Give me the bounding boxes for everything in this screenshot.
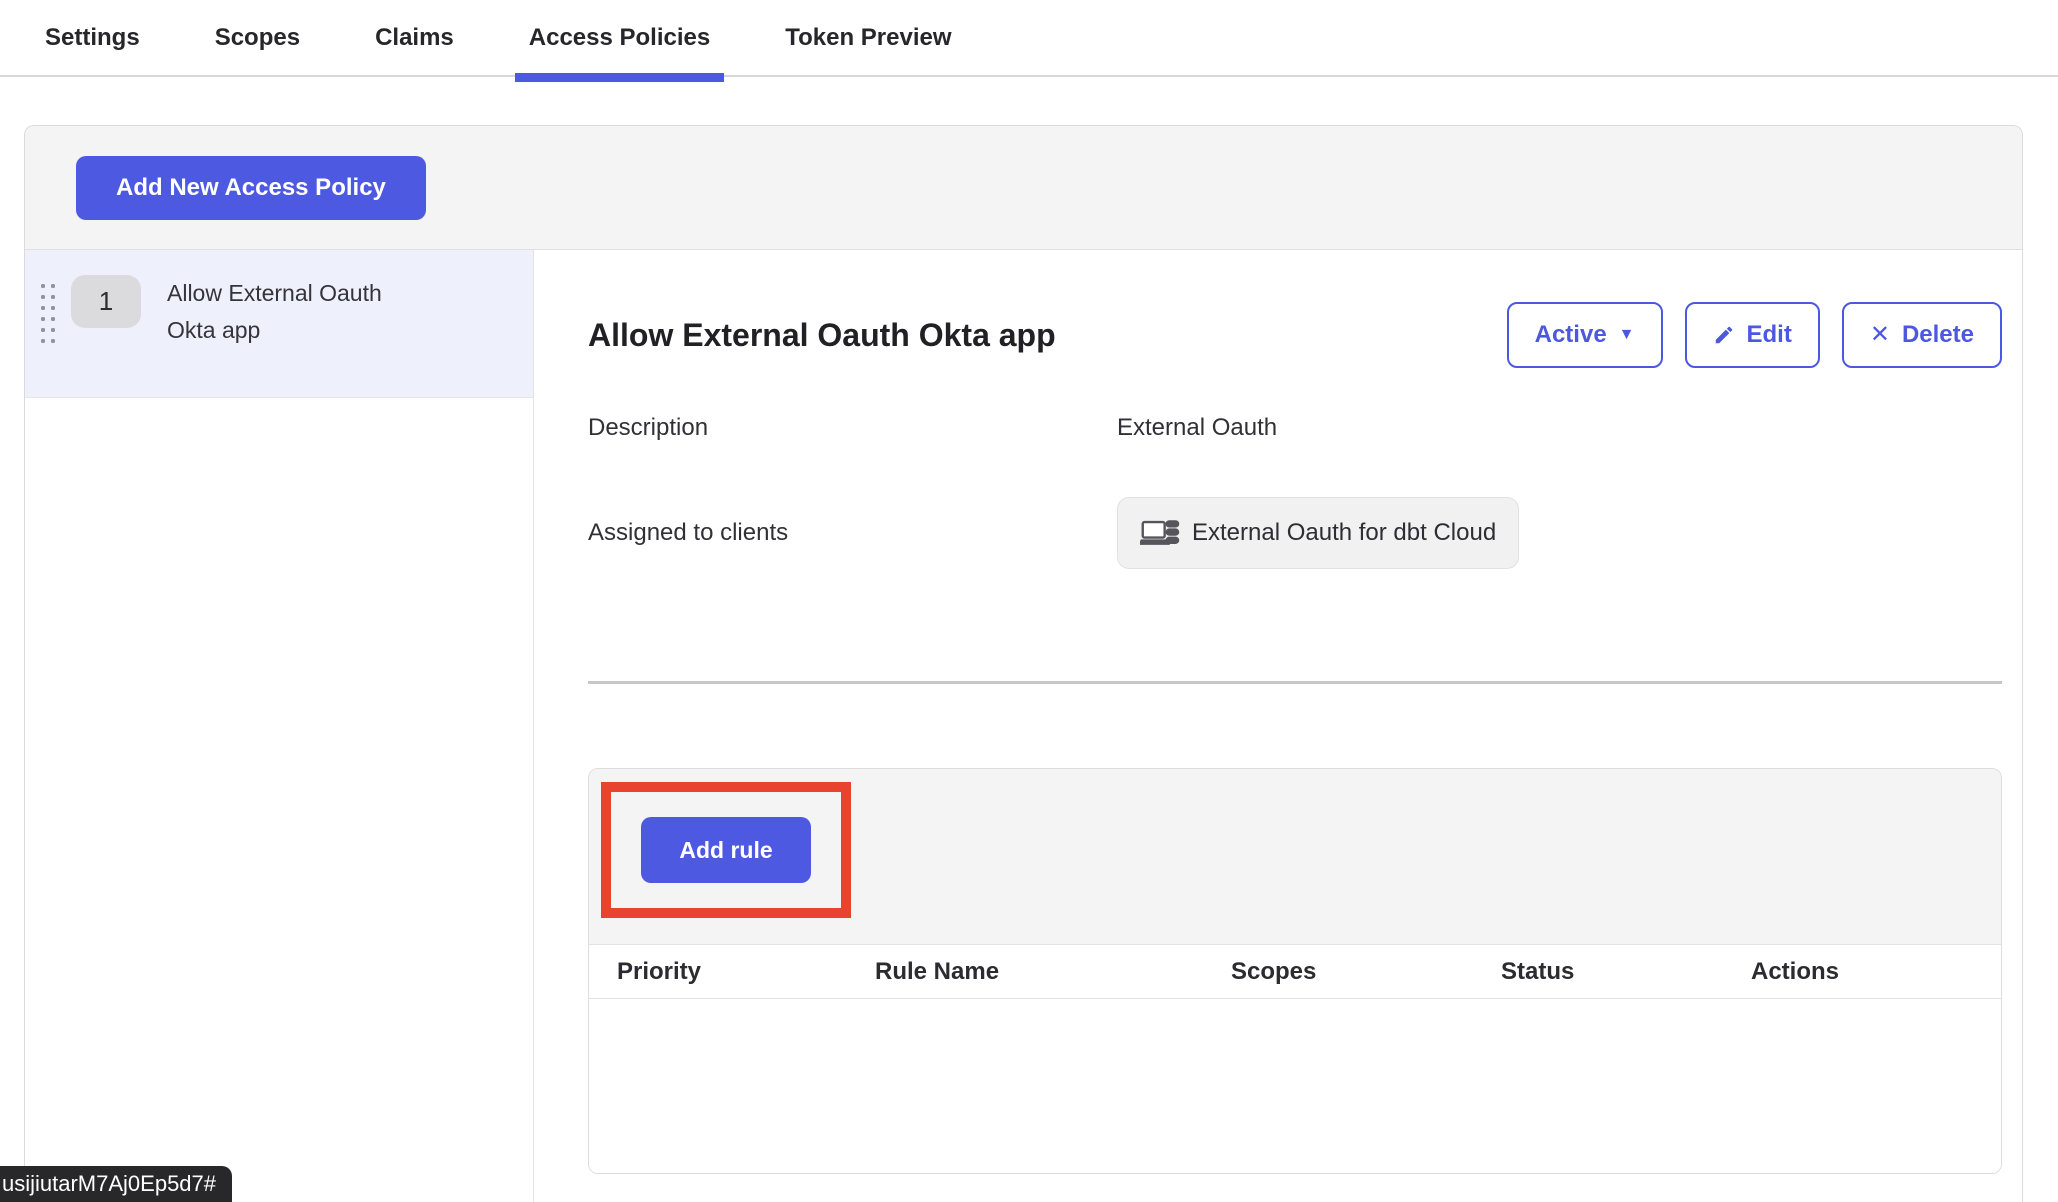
- drag-handle-icon[interactable]: [41, 284, 55, 343]
- description-field-row: Description External Oauth: [588, 414, 2002, 442]
- tab-token-preview-label: Token Preview: [785, 24, 951, 52]
- access-policies-panel: Add New Access Policy 1 Allow External O…: [24, 125, 2023, 1202]
- status-dropdown-label: Active: [1535, 321, 1607, 349]
- policy-title: Allow External Oauth Okta app: [588, 317, 1056, 354]
- tab-bar: Settings Scopes Claims Access Policies T…: [0, 0, 2058, 77]
- tab-scopes[interactable]: Scopes: [215, 0, 300, 75]
- edit-button[interactable]: Edit: [1685, 302, 1820, 368]
- assigned-clients-label: Assigned to clients: [588, 519, 1117, 547]
- close-icon: ✕: [1870, 323, 1890, 347]
- tab-claims-label: Claims: [375, 24, 454, 52]
- policy-item-label: Allow External Oauth Okta app: [167, 275, 422, 349]
- link-preview-tooltip: usijiutarM7Aj0Ep5d7#: [0, 1166, 232, 1202]
- rules-table-header: Priority Rule Name Scopes Status Actions: [589, 945, 2001, 999]
- policy-list: 1 Allow External Oauth Okta app: [25, 250, 534, 1202]
- pencil-icon: [1713, 324, 1735, 346]
- tab-scopes-label: Scopes: [215, 24, 300, 52]
- policy-detail-header: Allow External Oauth Okta app Active ▼: [588, 302, 2002, 368]
- policy-priority-badge: 1: [71, 275, 141, 328]
- tab-settings[interactable]: Settings: [45, 0, 140, 75]
- column-header-scopes: Scopes: [1231, 958, 1501, 986]
- policy-list-item[interactable]: 1 Allow External Oauth Okta app: [25, 250, 533, 398]
- column-header-rule-name: Rule Name: [875, 958, 1231, 986]
- policy-action-buttons: Active ▼ Edit ✕: [1507, 302, 2002, 368]
- column-header-priority: Priority: [617, 958, 875, 986]
- tab-claims[interactable]: Claims: [375, 0, 454, 75]
- rules-table-empty-body: [589, 999, 2001, 1173]
- rules-header: Add rule: [589, 769, 2001, 945]
- red-annotation-rectangle: Add rule: [601, 782, 851, 918]
- column-header-status: Status: [1501, 958, 1751, 986]
- section-divider: [588, 681, 2002, 684]
- description-label: Description: [588, 414, 1117, 442]
- delete-button[interactable]: ✕ Delete: [1842, 302, 2002, 368]
- tab-token-preview[interactable]: Token Preview: [785, 0, 951, 75]
- description-value: External Oauth: [1117, 414, 1277, 442]
- status-dropdown-button[interactable]: Active ▼: [1507, 302, 1663, 368]
- rules-section: Add rule Priority Rule Name Scopes Statu…: [588, 768, 2002, 1174]
- edit-button-label: Edit: [1747, 321, 1792, 349]
- tab-access-policies-label: Access Policies: [529, 24, 710, 52]
- panel-toolbar: Add New Access Policy: [25, 126, 2022, 250]
- link-preview-text: usijiutarM7Aj0Ep5d7#: [2, 1171, 216, 1197]
- chevron-down-icon: ▼: [1619, 327, 1635, 343]
- okta-authorization-server-page: Settings Scopes Claims Access Policies T…: [0, 0, 2058, 1202]
- add-new-access-policy-button[interactable]: Add New Access Policy: [76, 156, 426, 220]
- active-tab-underline: [515, 73, 724, 82]
- add-rule-button[interactable]: Add rule: [641, 817, 811, 883]
- tab-settings-label: Settings: [45, 24, 140, 52]
- panel-body: 1 Allow External Oauth Okta app Allow Ex…: [25, 250, 2022, 1202]
- column-header-actions: Actions: [1751, 958, 2001, 986]
- tab-access-policies[interactable]: Access Policies: [529, 0, 710, 75]
- assigned-client-chip[interactable]: External Oauth for dbt Cloud: [1117, 497, 1519, 569]
- policy-detail-pane: Allow External Oauth Okta app Active ▼: [534, 250, 2022, 1202]
- client-app-icon: [1140, 515, 1182, 551]
- assigned-client-name: External Oauth for dbt Cloud: [1192, 519, 1496, 547]
- assigned-clients-field-row: Assigned to clients: [588, 497, 2002, 569]
- delete-button-label: Delete: [1902, 321, 1974, 349]
